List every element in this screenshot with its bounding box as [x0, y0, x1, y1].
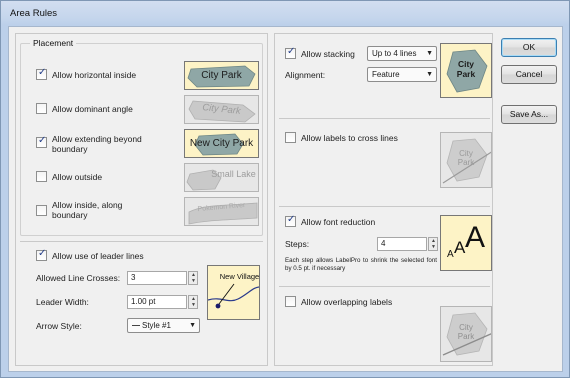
chevron-down-icon: ▼ [426, 71, 433, 78]
line-crosses-input[interactable]: 3 [127, 271, 187, 285]
cross-lines-preview-line2: Park [457, 158, 475, 167]
horizontal-inside-preview: City Park [184, 61, 259, 90]
small-a-glyph: A [447, 249, 454, 260]
font-reduction-preview: A A A [440, 215, 492, 271]
steps-spinner[interactable]: ▲ ▼ [428, 237, 438, 251]
inside-along-boundary-checkbox[interactable] [36, 205, 47, 216]
overlapping-labels-preview-text: City Park [441, 323, 491, 341]
horizontal-inside-checkbox[interactable]: ✓ [36, 67, 47, 80]
spin-down-icon: ▼ [191, 278, 196, 284]
horizontal-inside-preview-text: City Park [201, 70, 242, 81]
line-crosses-label: Allowed Line Crosses: [36, 273, 121, 283]
arrow-style-label: Arrow Style: [36, 321, 82, 331]
extending-beyond-checkbox[interactable]: ✓ [36, 135, 47, 148]
stacking-preview-text: City Park [441, 59, 491, 79]
leader-lines-checkbox[interactable]: ✓ [36, 248, 47, 261]
cross-lines-checkbox[interactable] [285, 132, 296, 143]
dialog-body: Placement ✓ Allow horizontal inside City… [8, 26, 563, 372]
ok-button[interactable]: OK [501, 38, 557, 57]
title-bar: Area Rules [1, 1, 569, 25]
alignment-value: Feature [372, 70, 400, 79]
chevron-down-icon: ▼ [189, 322, 196, 329]
dominant-angle-checkbox[interactable] [36, 103, 47, 114]
overlapping-labels-checkbox[interactable] [285, 296, 296, 307]
arrow-line-icon [132, 325, 140, 327]
overlapping-preview-line1: City [459, 323, 473, 332]
stacking-checkbox[interactable]: ✓ [285, 46, 296, 59]
chevron-down-icon: ▼ [426, 50, 433, 57]
font-reduction-description: Each step allows LabelPro to shrink the … [285, 257, 437, 272]
overlapping-labels-label: Allow overlapping labels [301, 297, 393, 307]
right-separator-2 [279, 206, 490, 207]
check-icon: ✓ [38, 248, 47, 259]
arrow-style-value: Style #1 [142, 321, 171, 330]
cross-lines-preview-line1: City [459, 149, 473, 158]
right-panel: ✓ Allow stacking Up to 4 lines ▼ Alignme… [274, 33, 493, 366]
stacking-preview-line2: Park [456, 69, 476, 79]
steps-input[interactable]: 4 [377, 237, 427, 251]
check-icon: ✓ [38, 135, 47, 146]
left-panel: Placement ✓ Allow horizontal inside City… [15, 33, 268, 366]
leader-lines-label: Allow use of leader lines [52, 251, 144, 261]
stacking-label: Allow stacking [301, 49, 355, 59]
leader-lines-preview-text: New Village [219, 272, 260, 281]
outside-preview-text: Small Lake [211, 169, 256, 179]
dominant-angle-label: Allow dominant angle [52, 104, 133, 114]
steps-label: Steps: [285, 239, 310, 249]
stacking-preview-line1: City [457, 59, 475, 69]
line-crosses-spinner[interactable]: ▲ ▼ [188, 271, 198, 285]
cross-lines-preview: City Park [440, 132, 492, 188]
window-title: Area Rules [10, 8, 57, 19]
medium-a-glyph: A [454, 238, 466, 257]
cross-lines-preview-text: City Park [441, 149, 491, 167]
leader-width-label: Leader Width: [36, 297, 89, 307]
extending-beyond-preview: New City Park [184, 129, 259, 158]
cross-lines-label: Allow labels to cross lines [301, 133, 398, 143]
outside-checkbox[interactable] [36, 171, 47, 182]
outside-preview: Small Lake [184, 163, 259, 192]
overlapping-preview-line2: Park [457, 332, 475, 341]
stacking-value: Up to 4 lines [372, 49, 417, 58]
dominant-angle-preview: City Park [184, 95, 259, 124]
arrow-style-dropdown[interactable]: Style #1 ▼ [127, 318, 200, 333]
extending-beyond-preview-text: New City Park [189, 138, 254, 149]
leader-width-input[interactable]: 1.00 pt [127, 295, 187, 309]
right-separator-3 [279, 286, 490, 287]
cancel-button[interactable]: Cancel [501, 65, 557, 84]
alignment-dropdown[interactable]: Feature ▼ [367, 67, 437, 82]
check-icon: ✓ [287, 46, 296, 57]
alignment-label: Alignment: [285, 70, 326, 80]
check-icon: ✓ [287, 214, 296, 225]
outside-label: Allow outside [52, 172, 103, 182]
font-reduction-label: Allow font reduction [301, 217, 376, 227]
font-reduction-checkbox[interactable]: ✓ [285, 214, 296, 227]
spin-down-icon: ▼ [191, 302, 196, 308]
left-separator [20, 241, 263, 242]
placement-legend: Placement [30, 38, 77, 48]
large-a-glyph: A [465, 221, 486, 254]
save-as-button[interactable]: Save As... [501, 105, 557, 124]
area-rules-dialog: Area Rules Placement ✓ Allow horizontal … [0, 0, 570, 378]
inside-along-boundary-preview: Pokemon River [184, 197, 259, 226]
horizontal-inside-label: Allow horizontal inside [52, 70, 137, 80]
leader-lines-preview: New Village [207, 265, 260, 320]
leader-width-spinner[interactable]: ▲ ▼ [188, 295, 198, 309]
spin-down-icon: ▼ [431, 244, 436, 250]
inside-along-boundary-label: Allow inside, along boundary [52, 200, 123, 220]
overlapping-labels-preview: City Park [440, 306, 492, 362]
extending-beyond-label: Allow extending beyond boundary [52, 134, 142, 154]
right-separator-1 [279, 118, 490, 119]
stacking-dropdown[interactable]: Up to 4 lines ▼ [367, 46, 437, 61]
stacking-preview: City Park [440, 43, 492, 98]
check-icon: ✓ [38, 67, 47, 78]
